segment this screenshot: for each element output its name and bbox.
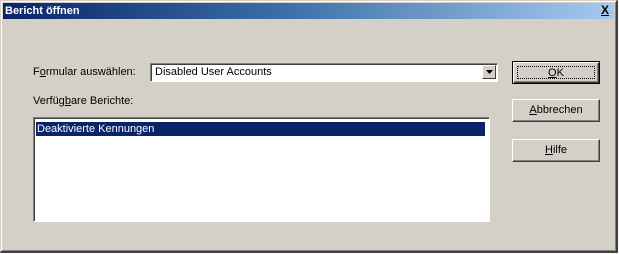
combo-dropdown-button[interactable] <box>482 65 496 79</box>
ok-button[interactable]: OK <box>512 61 600 84</box>
reports-listbox[interactable]: Deaktivierte Kennungen <box>33 117 490 222</box>
reports-label: Verfügbare Berichte: <box>33 95 134 107</box>
open-report-dialog: Bericht öffnen X Formular auswählen: Dis… <box>0 0 618 253</box>
list-item[interactable]: Deaktivierte Kennungen <box>36 122 485 136</box>
help-button[interactable]: Hilfe <box>512 139 600 162</box>
ok-button-label: OK <box>517 66 595 79</box>
dialog-title: Bericht öffnen <box>5 5 80 17</box>
close-button[interactable]: X <box>598 3 612 19</box>
formular-label: Formular auswählen: <box>33 66 136 78</box>
close-icon: X <box>600 3 609 17</box>
title-bar[interactable]: Bericht öffnen X <box>3 3 614 19</box>
formular-select-value: Disabled User Accounts <box>155 66 272 78</box>
formular-select[interactable]: Disabled User Accounts <box>150 63 498 82</box>
triangle-down-icon <box>486 70 493 74</box>
cancel-button[interactable]: Abbrechen <box>512 99 600 122</box>
